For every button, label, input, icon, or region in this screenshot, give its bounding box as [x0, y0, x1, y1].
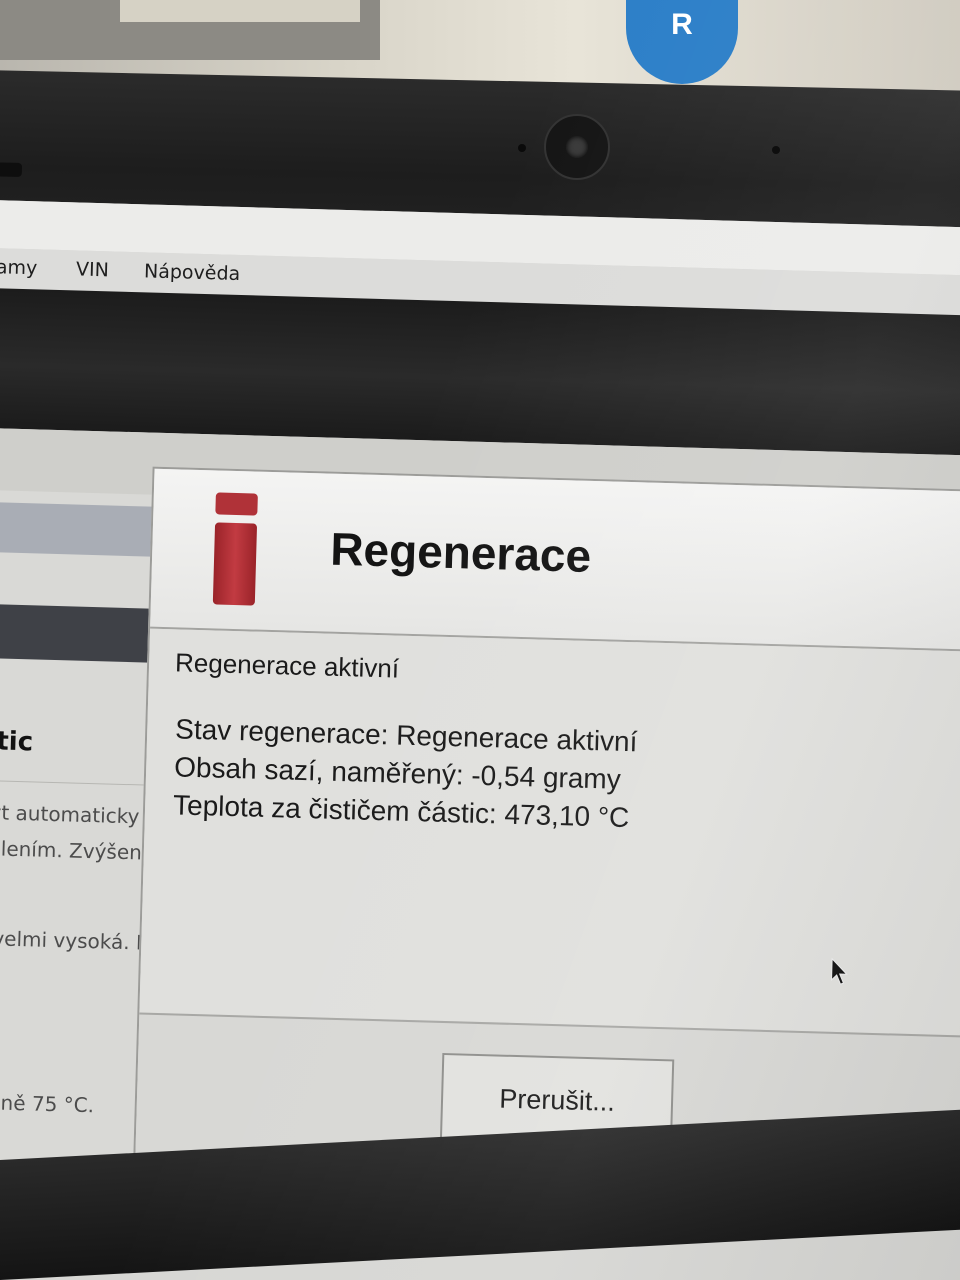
menu-item-programy[interactable]: ramy	[0, 256, 38, 279]
background-text-line: pálením. Zvýšení t	[0, 835, 162, 865]
background-text-line: být automaticky	[0, 799, 140, 829]
info-icon-stem	[212, 522, 258, 606]
background-text-line: u velmi vysoká. P	[0, 926, 148, 955]
detail-filter-temperature: Teplota za čističem částic: 473,10 °C	[172, 789, 630, 834]
detail-soot-content: Obsah sazí, naměřený: -0,54 gramy	[173, 751, 622, 795]
background-dark-tab	[0, 603, 159, 663]
info-icon	[212, 492, 258, 606]
bezel-latch	[0, 161, 23, 177]
detail-regeneration-state: Stav regenerace: Regenerace aktivní	[174, 713, 638, 758]
background-heading: stic	[0, 725, 34, 758]
info-icon-dot	[215, 492, 258, 516]
room-shelf-top	[120, 0, 360, 22]
sensor-dot	[772, 146, 780, 154]
toolbar-dark-band	[0, 287, 960, 456]
menu-item-vin[interactable]: VIN	[76, 258, 109, 281]
microphone-dot	[518, 144, 526, 152]
dialog-header: Regenerace	[150, 468, 960, 652]
dialog-title: Regenerace	[329, 522, 592, 582]
wall-sign: R	[626, 0, 738, 84]
status-message: Regenerace aktivní	[174, 647, 400, 684]
photo-scene: R ramy VIN Nápověda stic být automaticky…	[0, 0, 960, 1280]
background-header-bar	[0, 501, 162, 557]
menu-item-napoveda[interactable]: Nápověda	[144, 260, 241, 285]
regeneration-dialog: Regenerace Regenerace aktivní Stav regen…	[132, 466, 960, 1194]
background-text-line: méně 75 °C.	[0, 1089, 95, 1118]
wall-sign-letter: R	[671, 8, 693, 41]
webcam-icon	[544, 114, 610, 180]
